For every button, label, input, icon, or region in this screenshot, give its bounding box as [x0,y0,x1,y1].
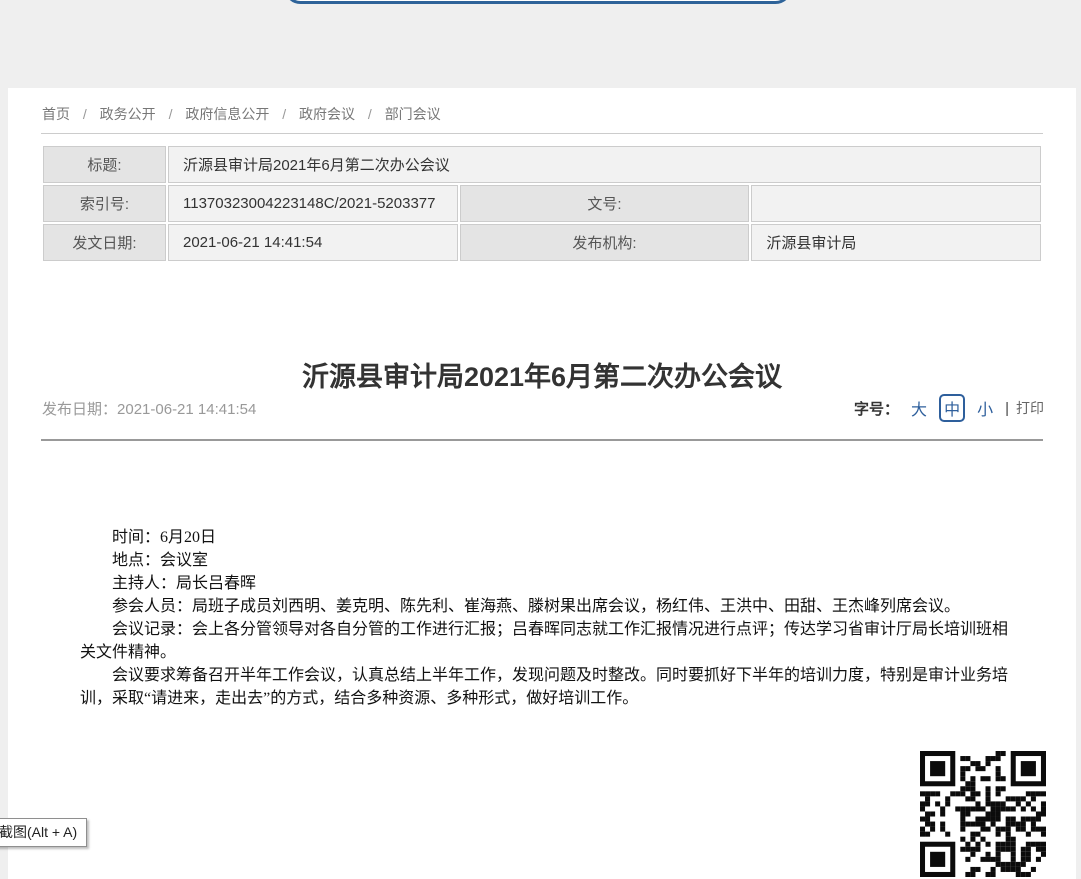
font-size-label: 字号： [854,398,899,419]
article-paragraph: 会议记录：会上各分管领导对各自分管的工作进行汇报；吕春晖同志就工作汇报情况进行点… [80,618,1008,664]
qr-code-image [918,749,1048,879]
meta-value-doc-number [751,185,1041,222]
breadcrumb-item-department-meetings[interactable]: 部门会议 [385,106,441,122]
article-meta-row: 发布日期：2021-06-21 14:41:54 字号： 大 中 小 | 打印 [42,394,1044,422]
title-divider [41,439,1043,441]
breadcrumb-item-open-government[interactable]: 政务公开 [100,106,156,122]
meta-label-issue-date: 发文日期: [43,224,166,261]
meta-value-issue-date: 2021-06-21 14:41:54 [168,224,458,261]
article-paragraph: 参会人员：局班子成员刘西明、姜克明、陈先利、崔海燕、滕树果出席会议，杨红伟、王洪… [80,595,1008,618]
meta-value-title: 沂源县审计局2021年6月第二次办公会议 [168,146,1041,183]
meta-label-title: 标题: [43,146,166,183]
meta-row-date: 发文日期: 2021-06-21 14:41:54 发布机构: 沂源县审计局 [43,224,1041,261]
article-paragraph: 主持人：局长吕春晖 [80,572,1008,595]
publish-date: 发布日期：2021-06-21 14:41:54 [42,398,256,419]
meta-value-index-number: 11370323004223148C/2021-5203377 [168,185,458,222]
article-body: 时间：6月20日 地点：会议室 主持人：局长吕春晖 参会人员：局班子成员刘西明、… [80,526,1008,710]
print-divider: | [1005,400,1009,417]
meta-row-index: 索引号: 11370323004223148C/2021-5203377 文号: [43,185,1041,222]
font-size-control: 字号： 大 中 小 | 打印 [854,394,1044,422]
breadcrumb: 首页 / 政务公开 / 政府信息公开 / 政府会议 / 部门会议 [42,104,441,124]
breadcrumb-separator: / [169,106,173,122]
article-paragraph: 时间：6月20日 [80,526,1008,549]
search-box-partial[interactable] [284,0,792,4]
article-paragraph: 地点：会议室 [80,549,1008,572]
screenshot-tooltip: 截图(Alt + A) [0,818,87,847]
meta-label-index-number: 索引号: [43,185,166,222]
publish-date-label: 发布日期： [42,401,117,418]
breadcrumb-item-government-meetings[interactable]: 政府会议 [299,106,355,122]
content-panel: 首页 / 政务公开 / 政府信息公开 / 政府会议 / 部门会议 标题: 沂源县… [8,88,1076,879]
breadcrumb-item-home[interactable]: 首页 [42,106,70,122]
font-size-large-button[interactable]: 大 [907,395,931,421]
breadcrumb-separator: / [368,106,372,122]
meta-label-doc-number: 文号: [460,185,750,222]
print-button[interactable]: 打印 [1016,398,1044,418]
breadcrumb-separator: / [83,106,87,122]
document-meta-table: 标题: 沂源县审计局2021年6月第二次办公会议 索引号: 1137032300… [41,144,1043,263]
page-title: 沂源县审计局2021年6月第二次办公会议 [8,355,1076,394]
font-size-medium-button[interactable]: 中 [939,394,965,422]
meta-row-title: 标题: 沂源县审计局2021年6月第二次办公会议 [43,146,1041,183]
breadcrumb-divider [41,133,1043,134]
font-size-small-button[interactable]: 小 [973,395,997,421]
breadcrumb-item-government-info[interactable]: 政府信息公开 [185,106,269,122]
publish-date-value: 2021-06-21 14:41:54 [117,401,256,418]
article-paragraph: 会议要求筹备召开半年工作会议，认真总结上半年工作，发现问题及时整改。同时要抓好下… [80,664,1008,710]
meta-value-publisher: 沂源县审计局 [751,224,1041,261]
meta-label-publisher: 发布机构: [460,224,750,261]
breadcrumb-separator: / [282,106,286,122]
